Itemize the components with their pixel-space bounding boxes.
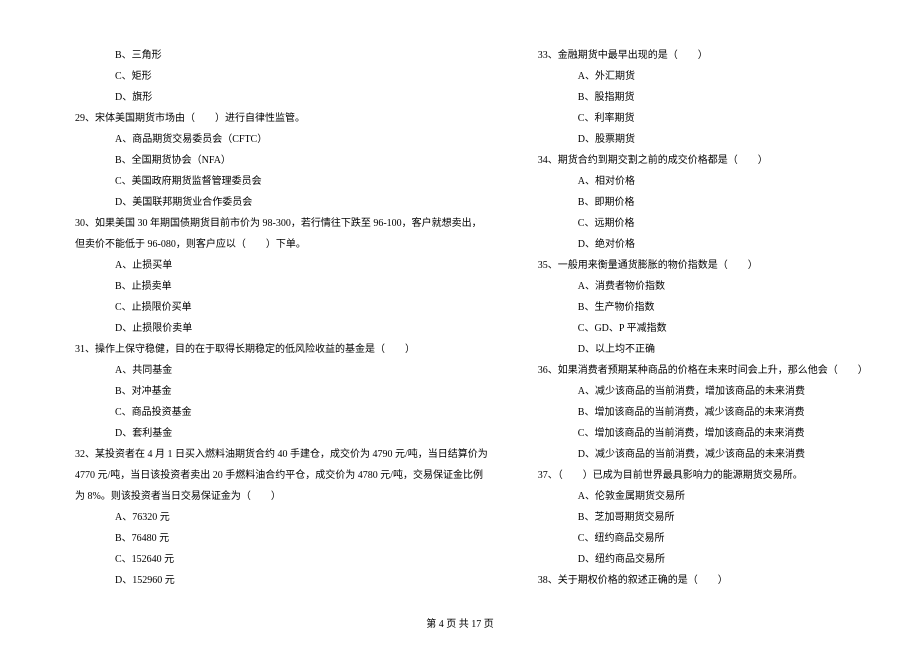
q28-option-d: D、旗形 [55,87,488,108]
q31-option-c: C、商品投资基金 [55,402,488,423]
q37-option-c: C、纽约商品交易所 [518,528,868,549]
q30-line1: 30、如果美国 30 年期国债期货目前市价为 98-300，若行情往下跌至 96… [55,213,488,234]
q36-option-a: A、减少该商品的当前消费，增加该商品的未来消费 [518,381,868,402]
q30-option-c: C、止损限价买单 [55,297,488,318]
q32-option-a: A、76320 元 [55,507,488,528]
q33-text: 33、金融期货中最早出现的是（ ） [518,45,868,66]
left-column: B、三角形 C、矩形 D、旗形 29、宋体美国期货市场由（ ）进行自律性监管。 … [40,45,503,591]
q31-text: 31、操作上保守稳健，目的在于取得长期稳定的低风险收益的基金是（ ） [55,339,488,360]
q36-option-c: C、增加该商品的当前消费，增加该商品的未来消费 [518,423,868,444]
q33-option-b: B、股指期货 [518,87,868,108]
q35-option-b: B、生产物价指数 [518,297,868,318]
q30-option-a: A、止损买单 [55,255,488,276]
q31-option-d: D、套利基金 [55,423,488,444]
q33-option-c: C、利率期货 [518,108,868,129]
q34-option-b: B、即期价格 [518,192,868,213]
q34-text: 34、期货合约到期交割之前的成交价格都是（ ） [518,150,868,171]
q31-option-b: B、对冲基金 [55,381,488,402]
q32-option-d: D、152960 元 [55,570,488,591]
q36-option-b: B、增加该商品的当前消费，减少该商品的未来消费 [518,402,868,423]
q34-option-c: C、远期价格 [518,213,868,234]
q36-text: 36、如果消费者预期某种商品的价格在未来时间会上升，那么他会（ ） [518,360,868,381]
q32-option-b: B、76480 元 [55,528,488,549]
q35-option-c: C、GD、P 平减指数 [518,318,868,339]
q36-option-d: D、减少该商品的当前消费，减少该商品的未来消费 [518,444,868,465]
q37-option-a: A、伦敦金属期货交易所 [518,486,868,507]
q38-text: 38、关于期权价格的叙述正确的是（ ） [518,570,868,591]
page-container: B、三角形 C、矩形 D、旗形 29、宋体美国期货市场由（ ）进行自律性监管。 … [0,0,920,591]
q28-option-b: B、三角形 [55,45,488,66]
page-footer: 第 4 页 共 17 页 [0,615,920,630]
q37-text: 37、（ ）已成为目前世界最具影响力的能源期货交易所。 [518,465,868,486]
right-column: 33、金融期货中最早出现的是（ ） A、外汇期货 B、股指期货 C、利率期货 D… [503,45,883,591]
q31-option-a: A、共同基金 [55,360,488,381]
q37-option-d: D、纽约商品交易所 [518,549,868,570]
q29-text: 29、宋体美国期货市场由（ ）进行自律性监管。 [55,108,488,129]
q29-option-b: B、全国期货协会（NFA） [55,150,488,171]
q37-option-b: B、芝加哥期货交易所 [518,507,868,528]
q32-line3: 为 8%。则该投资者当日交易保证金为（ ） [55,486,488,507]
q29-option-d: D、美国联邦期货业合作委员会 [55,192,488,213]
q32-option-c: C、152640 元 [55,549,488,570]
q30-option-b: B、止损卖单 [55,276,488,297]
q28-option-c: C、矩形 [55,66,488,87]
q34-option-d: D、绝对价格 [518,234,868,255]
q30-line2: 但卖价不能低于 96-080，则客户应以（ ）下单。 [55,234,488,255]
q32-line2: 4770 元/吨，当日该投资者卖出 20 手燃料油合约平仓，成交价为 4780 … [55,465,488,486]
q35-option-a: A、消费者物价指数 [518,276,868,297]
q29-option-a: A、商品期货交易委员会（CFTC） [55,129,488,150]
q35-text: 35、一般用来衡量通货膨胀的物价指数是（ ） [518,255,868,276]
q34-option-a: A、相对价格 [518,171,868,192]
q32-line1: 32、某投资者在 4 月 1 日买入燃料油期货合约 40 手建仓，成交价为 47… [55,444,488,465]
q35-option-d: D、以上均不正确 [518,339,868,360]
q33-option-d: D、股票期货 [518,129,868,150]
q29-option-c: C、美国政府期货监督管理委员会 [55,171,488,192]
q33-option-a: A、外汇期货 [518,66,868,87]
q30-option-d: D、止损限价卖单 [55,318,488,339]
